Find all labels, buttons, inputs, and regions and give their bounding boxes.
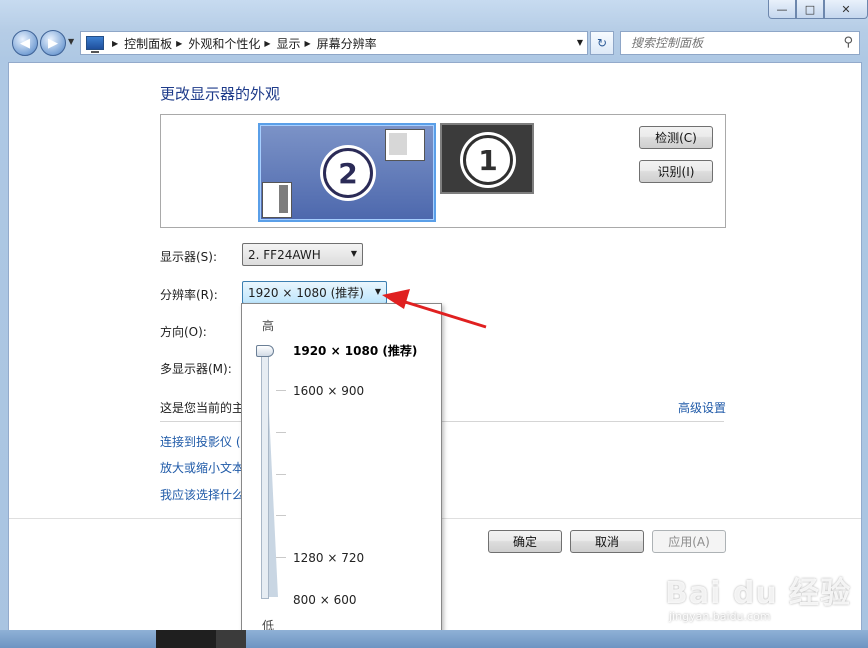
slider-tick xyxy=(276,390,286,391)
chevron-right-icon[interactable]: ▶ xyxy=(112,39,118,48)
apply-button[interactable]: 应用(A) xyxy=(652,530,726,553)
address-bar[interactable]: ▶ 控制面板 ▶ 外观和个性化 ▶ 显示 ▶ 屏幕分辨率 ▼ xyxy=(80,31,588,55)
slider-thumb[interactable] xyxy=(256,345,274,357)
chevron-right-icon[interactable]: ▶ xyxy=(264,39,270,48)
forward-button[interactable]: ▶ xyxy=(40,30,66,56)
identify-button[interactable]: 识别(I) xyxy=(639,160,713,183)
taskbar-item[interactable] xyxy=(156,630,216,648)
recent-pages-dropdown-icon[interactable]: ▼ xyxy=(68,37,74,46)
display-value: 2. FF24AWH xyxy=(248,247,321,262)
red-annotation-arrow-icon xyxy=(382,289,487,329)
close-button[interactable]: ✕ xyxy=(824,0,868,19)
control-panel-window: — □ ✕ ◀ ▶ ▼ ▶ 控制面板 ▶ 外观和个性化 ▶ 显示 ▶ 屏幕分辨率… xyxy=(0,0,868,648)
navigation-toolbar: ◀ ▶ ▼ ▶ 控制面板 ▶ 外观和个性化 ▶ 显示 ▶ 屏幕分辨率 ▼ ↻ ⚲ xyxy=(8,29,860,57)
search-input[interactable] xyxy=(629,35,833,51)
breadcrumb-display[interactable]: 显示 xyxy=(277,35,301,52)
cancel-button[interactable]: 取消 xyxy=(570,530,644,553)
detect-button[interactable]: 检测(C) xyxy=(639,126,713,149)
resolution-option[interactable]: 1920 × 1080 (推荐) xyxy=(293,342,417,359)
resolution-combobox[interactable]: 1920 × 1080 (推荐) ▼ xyxy=(242,281,387,304)
advanced-settings-link[interactable]: 高级设置 xyxy=(678,399,726,416)
chevron-right-icon[interactable]: ▶ xyxy=(305,39,311,48)
forward-arrow-icon: ▶ xyxy=(48,35,58,51)
text-size-link[interactable]: 放大或缩小文本 xyxy=(160,459,244,476)
slider-tick xyxy=(276,515,286,516)
resolution-slider-popup: 高 1920 × 1080 (推荐) 1600 × 900 1280 × 720… xyxy=(241,303,442,644)
breadcrumb-screen-resolution[interactable]: 屏幕分辨率 xyxy=(317,35,377,52)
monitor-1-preview[interactable]: 1 xyxy=(440,123,534,194)
high-label: 高 xyxy=(262,319,275,333)
watermark-logo: Bai du 经验 xyxy=(665,576,852,611)
chevron-right-icon[interactable]: ▶ xyxy=(176,39,182,48)
resolution-label: 分辨率(R): xyxy=(160,288,218,302)
display-combobox[interactable]: 2. FF24AWH ▼ xyxy=(242,243,363,266)
monitor-number-2: 2 xyxy=(323,148,373,198)
orientation-label: 方向(O): xyxy=(160,325,207,339)
maximize-button[interactable]: □ xyxy=(796,0,824,19)
slider-tick xyxy=(276,474,286,475)
resolution-option[interactable]: 800 × 600 xyxy=(293,593,357,607)
caption-buttons: — □ ✕ xyxy=(768,0,868,20)
ok-button[interactable]: 确定 xyxy=(488,530,562,553)
resolution-option[interactable]: 1280 × 720 xyxy=(293,551,364,565)
monitor-number-1: 1 xyxy=(463,135,513,185)
baidu-watermark: Bai du 经验 jingyan.baidu.com xyxy=(665,568,851,623)
primary-display-text: 这是您当前的主 xyxy=(160,401,245,415)
resolution-value: 1920 × 1080 (推荐) xyxy=(248,286,364,300)
breadcrumb-control-panel[interactable]: 控制面板 xyxy=(124,35,172,52)
back-arrow-icon: ◀ xyxy=(20,35,30,51)
window-thumbnail-icon xyxy=(385,129,425,161)
dropdown-arrow-icon: ▼ xyxy=(350,249,357,258)
taskbar xyxy=(0,630,868,648)
resolution-slider-track[interactable] xyxy=(261,349,269,599)
page-title: 更改显示器的外观 xyxy=(160,85,281,103)
resolution-option[interactable]: 1600 × 900 xyxy=(293,384,364,398)
breadcrumb: ▶ 控制面板 ▶ 外观和个性化 ▶ 显示 ▶ 屏幕分辨率 xyxy=(108,35,377,52)
slider-tick xyxy=(276,432,286,433)
breadcrumb-appearance[interactable]: 外观和个性化 xyxy=(188,35,260,52)
search-icon[interactable]: ⚲ xyxy=(843,35,853,50)
monitor-icon xyxy=(86,36,104,53)
back-button[interactable]: ◀ xyxy=(12,30,38,56)
address-dropdown-icon[interactable]: ▼ xyxy=(577,38,583,47)
window-thumbnail-icon xyxy=(262,182,292,218)
help-choose-link[interactable]: 我应该选择什么 xyxy=(160,486,244,503)
monitor-2-preview[interactable]: 2 xyxy=(258,123,436,222)
minimize-button[interactable]: — xyxy=(768,0,796,19)
taskbar-item[interactable] xyxy=(216,630,246,648)
multiple-displays-label: 多显示器(M): xyxy=(160,362,232,376)
refresh-button[interactable]: ↻ xyxy=(590,31,614,55)
display-label: 显示器(S): xyxy=(160,250,218,264)
monitor-preview-area: 2 1 检测(C) 识别(I) xyxy=(160,114,726,228)
slider-tick xyxy=(276,557,286,558)
refresh-icon: ↻ xyxy=(596,36,608,50)
connect-projector-link[interactable]: 连接到投影仪 ( xyxy=(160,433,241,450)
search-box[interactable]: ⚲ xyxy=(620,31,860,55)
